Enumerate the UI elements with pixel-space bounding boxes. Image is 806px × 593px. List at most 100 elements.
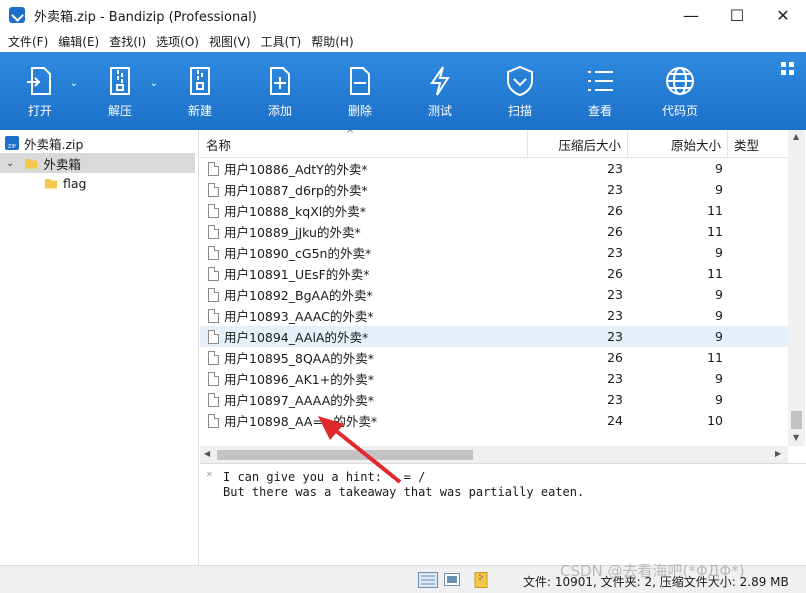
new-archive-icon [190,67,210,95]
file-icon [208,371,219,386]
open-dropdown-icon[interactable]: ⌄ [70,78,78,89]
list-header: 名称 ^ 压缩后大小 原始大小 类型 [200,129,788,158]
delete-button[interactable]: 删除 [320,52,400,130]
svg-text:ZIP: ZIP [8,144,16,150]
file-name-cell: 用户10888_kqXl的外卖* [200,201,528,220]
file-name-cell: 用户10895_8QAA的外卖* [200,348,528,367]
file-icon [208,287,219,302]
lightning-icon [430,66,450,96]
column-compressed[interactable]: 压缩后大小 [528,130,628,158]
tree-item-flag[interactable]: flag [44,173,86,193]
file-row[interactable]: 用户10897_AAAA的外卖* 23 9 [200,389,788,410]
original-size: 9 [715,329,723,344]
file-list: 名称 ^ 压缩后大小 原始大小 类型 用户10886_AdtY的外卖* 23 9 用户… [200,129,806,463]
menu-help[interactable]: 帮助(H) [306,33,358,50]
archive-info-icon[interactable] [474,572,488,588]
horizontal-scrollbar[interactable]: ◀ ▶ [200,446,788,463]
add-button[interactable]: 添加 [240,52,320,130]
delete-label: 删除 [347,104,372,118]
file-icon [208,161,219,176]
file-icon [208,308,219,323]
chevron-down-icon[interactable]: ⌄ [6,158,14,169]
minimize-button[interactable]: — [668,0,714,30]
scroll-up-icon[interactable]: ▲ [793,132,799,141]
extract-button[interactable]: 解压 ⌄ [80,52,160,130]
layout-grid-icon[interactable] [781,62,794,75]
file-name-cell: 用户10889_jJku的外卖* [200,222,528,241]
menu-file[interactable]: 文件(F) [3,33,53,50]
zip-archive-icon: ZIP [5,136,19,150]
file-row[interactable]: 用户10896_AK1+的外卖* 23 9 [200,368,788,389]
file-row[interactable]: 用户10895_8QAA的外卖* 26 11 [200,347,788,368]
codepage-button[interactable]: 代码页 [640,52,720,130]
compressed-size: 23 [607,329,623,344]
file-row[interactable]: 用户10898_AA==的外卖* 24 10 [200,410,788,431]
column-name[interactable]: 名称 ^ [200,129,528,158]
menu-options[interactable]: 选项(O) [151,33,204,50]
file-name: 用户10891_UEsF的外卖* [224,267,370,282]
scroll-down-icon[interactable]: ▼ [793,433,799,442]
delete-file-icon [350,67,370,95]
view-button[interactable]: 查看 [560,52,640,130]
extract-dropdown-icon[interactable]: ⌄ [150,78,158,89]
file-row[interactable]: 用户10892_BgAA的外卖* 23 9 [200,284,788,305]
original-size: 11 [707,266,723,281]
file-row[interactable]: 用户10893_AAAC的外卖* 23 9 [200,305,788,326]
file-name-cell: 用户10896_AK1+的外卖* [200,369,528,388]
file-name-cell: 用户10887_d6rp的外卖* [200,180,528,199]
file-name: 用户10887_d6rp的外卖* [224,183,368,198]
menu-tools[interactable]: 工具(T) [256,33,307,50]
folder-icon [45,179,57,189]
test-label: 测试 [427,104,452,118]
vertical-scroll-thumb[interactable] [791,411,802,429]
column-type[interactable]: 类型 [728,130,788,158]
file-name-cell: 用户10897_AAAA的外卖* [200,390,528,409]
file-name-cell: 用户10893_AAAC的外卖* [200,306,528,325]
file-name-cell: 用户10892_BgAA的外卖* [200,285,528,304]
compressed-size: 23 [607,182,623,197]
file-row[interactable]: 用户10891_UEsF的外卖* 26 11 [200,263,788,284]
tree-item-archive[interactable]: ZIP 外卖箱.zip [4,133,83,153]
tree-flag-label: flag [63,175,87,191]
file-row[interactable]: 用户10889_jJku的外卖* 26 11 [200,221,788,242]
new-button[interactable]: 新建 [160,52,240,130]
compressed-size: 26 [607,350,623,365]
add-label: 添加 [267,104,292,118]
tree-item-folder[interactable]: ⌄ 外卖箱 [0,153,195,173]
codepage-label: 代码页 [661,104,698,118]
scan-label: 扫描 [507,104,532,118]
file-icon [208,329,219,344]
open-button[interactable]: 打开 ⌄ [0,52,80,130]
extract-label: 解压 [107,104,132,118]
file-row[interactable]: 用户10886_AdtY的外卖* 23 9 [200,158,788,179]
vertical-scrollbar[interactable]: ▲ ▼ [788,130,805,446]
folder-tree: ZIP 外卖箱.zip ⌄ 外卖箱 flag [0,130,199,565]
file-row[interactable]: 用户10887_d6rp的外卖* 23 9 [200,179,788,200]
close-button[interactable]: ✕ [760,0,806,30]
scroll-right-icon[interactable]: ▶ [775,449,781,458]
menu-edit[interactable]: 编辑(E) [53,33,104,50]
open-label: 打开 [27,104,52,118]
menu-find[interactable]: 查找(I) [104,33,151,50]
details-view-icon[interactable] [418,572,438,588]
preview-pane-icon[interactable] [444,572,460,588]
maximize-button[interactable]: ☐ [714,0,760,30]
collapse-comment-icon[interactable]: ✕ [206,470,213,479]
file-row[interactable]: 用户10888_kqXl的外卖* 26 11 [200,200,788,221]
scan-button[interactable]: 扫描 [480,52,560,130]
file-row[interactable]: 用户10890_cG5n的外卖* 23 9 [200,242,788,263]
compressed-size: 24 [607,413,623,428]
file-row[interactable]: 用户10894_AAlA的外卖* 23 9 [200,326,788,347]
menu-view[interactable]: 视图(V) [204,33,256,50]
archive-comment[interactable]: ✕ I can give you a hint: - = / But there… [200,463,806,565]
file-name-cell: 用户10886_AdtY的外卖* [200,159,528,178]
file-icon [208,224,219,239]
column-original[interactable]: 原始大小 [628,130,728,158]
test-button[interactable]: 测试 [400,52,480,130]
original-size: 9 [715,392,723,407]
menu-bar: 文件(F) 编辑(E) 查找(I) 选项(O) 视图(V) 工具(T) 帮助(H… [0,30,806,52]
original-size: 9 [715,161,723,176]
scroll-left-icon[interactable]: ◀ [204,449,210,458]
compressed-size: 26 [607,224,623,239]
file-name: 用户10892_BgAA的外卖* [224,288,373,303]
